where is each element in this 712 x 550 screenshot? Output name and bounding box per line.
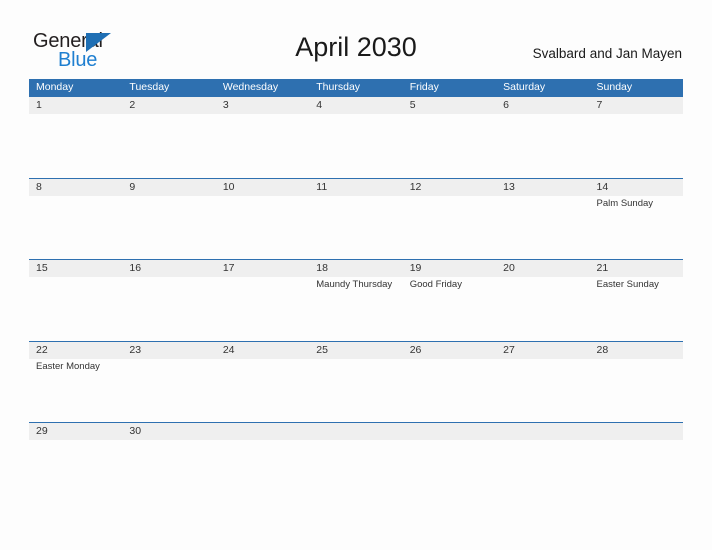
day-cell-empty [403, 423, 496, 445]
day-cell[interactable]: 22 Easter Monday [29, 342, 122, 423]
day-number: 9 [129, 180, 136, 193]
day-cell[interactable]: 16 [122, 260, 215, 341]
day-cell[interactable]: 28 [590, 342, 683, 423]
day-cell[interactable]: 21 Easter Sunday [590, 260, 683, 341]
day-header-thursday: Thursday [316, 81, 361, 93]
day-cell[interactable]: 7 [590, 97, 683, 178]
day-number: 26 [409, 343, 422, 356]
day-header-saturday: Saturday [503, 81, 546, 93]
calendar-week-row: 22 Easter Monday 23 24 25 26 27 28 [29, 340, 683, 423]
day-header-friday: Friday [409, 81, 439, 93]
day-number: 29 [36, 425, 48, 437]
day-number: 6 [503, 99, 509, 111]
day-header-tuesday: Tuesday [129, 81, 170, 93]
day-number: 1 [36, 99, 42, 111]
day-cell[interactable]: 15 [29, 260, 122, 341]
day-cell-empty [590, 423, 683, 445]
day-header-monday: Monday [36, 81, 74, 93]
day-cell[interactable]: 29 [29, 423, 122, 445]
day-event: Easter Monday [36, 360, 100, 372]
day-number: 28 [596, 343, 609, 356]
calendar-week-row: 29 30 [29, 422, 683, 445]
day-number: 12 [409, 180, 422, 193]
day-cell-empty [216, 423, 309, 445]
day-number: 10 [222, 180, 235, 193]
day-cell[interactable]: 4 [309, 97, 402, 178]
day-cell[interactable]: 14 Palm Sunday [590, 179, 683, 260]
day-number: 23 [129, 343, 142, 356]
day-cell[interactable]: 30 [122, 423, 215, 445]
day-cell[interactable]: 23 [122, 342, 215, 423]
calendar-page: General Blue April 2030 Svalbard and Jan… [0, 0, 712, 550]
day-cell[interactable]: 20 [496, 260, 589, 341]
day-cell[interactable]: 9 [122, 179, 215, 260]
day-number: 14 [596, 180, 609, 193]
calendar-grid: Monday Tuesday Wednesday Thursday Friday… [29, 79, 683, 445]
day-number: 27 [503, 343, 515, 356]
day-cell[interactable]: 13 [496, 179, 589, 260]
day-number: 17 [222, 262, 235, 274]
day-number: 16 [129, 262, 142, 274]
day-header-sunday: Sunday [596, 81, 633, 93]
day-cell[interactable]: 25 [309, 342, 402, 423]
day-cell[interactable]: 19 Good Friday [403, 260, 496, 341]
day-event: Easter Sunday [596, 279, 659, 290]
day-number: 2 [129, 99, 136, 111]
day-cell[interactable]: 24 [216, 342, 309, 423]
day-number: 13 [503, 180, 515, 193]
day-cell[interactable]: 2 [122, 97, 215, 178]
day-event: Maundy Thursday [316, 279, 393, 290]
day-number: 3 [222, 99, 229, 111]
day-header-wednesday: Wednesday [222, 81, 279, 93]
day-cell[interactable]: 12 [403, 179, 496, 260]
day-cell[interactable]: 3 [216, 97, 309, 178]
day-cell[interactable]: 11 [309, 179, 402, 260]
day-event: Good Friday [409, 279, 462, 290]
page-header: General Blue April 2030 Svalbard and Jan… [0, 0, 712, 76]
day-number: 22 [36, 343, 48, 356]
calendar-week-row: 1 2 3 4 5 6 7 [29, 96, 683, 178]
day-cell[interactable]: 5 [403, 97, 496, 178]
calendar-week-row: 15 16 17 18 Maundy Thursday 19 Good Frid… [29, 259, 683, 341]
day-number: 5 [409, 99, 416, 111]
day-number: 18 [316, 262, 328, 274]
day-cell[interactable]: 27 [496, 342, 589, 423]
day-number: 25 [316, 343, 328, 356]
day-number: 15 [36, 262, 48, 274]
region-subtitle: Svalbard and Jan Mayen [532, 46, 682, 61]
day-cell[interactable]: 8 [29, 179, 122, 260]
day-number: 7 [596, 99, 603, 111]
day-cell[interactable]: 1 [29, 97, 122, 178]
calendar-week-row: 8 9 10 11 12 13 14 Palm Sunday [29, 177, 683, 260]
day-number: 19 [409, 262, 422, 274]
day-number: 21 [596, 262, 609, 274]
day-cell[interactable]: 17 [216, 260, 309, 341]
day-of-week-header-row: Monday Tuesday Wednesday Thursday Friday… [29, 79, 683, 96]
day-cell[interactable]: 6 [496, 97, 589, 178]
day-cell[interactable]: 10 [216, 179, 309, 260]
day-cell-empty [496, 423, 589, 445]
day-cell[interactable]: 18 Maundy Thursday [309, 260, 402, 341]
day-cell[interactable]: 26 [403, 342, 496, 423]
day-cell-empty [309, 423, 402, 445]
day-number: 11 [316, 180, 328, 193]
day-number: 30 [129, 425, 142, 437]
day-number: 20 [503, 262, 515, 274]
day-number: 24 [222, 343, 235, 356]
day-number: 8 [36, 180, 42, 193]
day-number: 4 [316, 99, 323, 111]
day-event: Palm Sunday [596, 197, 654, 209]
